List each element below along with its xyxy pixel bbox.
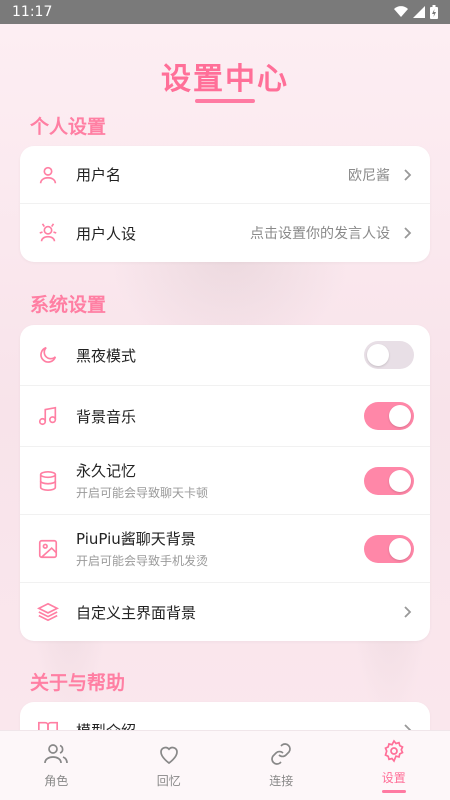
- chevron-right-icon: [404, 168, 412, 181]
- chat-background-hint: 开启可能会导致手机发烫: [76, 554, 209, 568]
- persona-row[interactable]: 用户人设 点击设置你的发言人设: [20, 204, 430, 262]
- permanent-memory-toggle[interactable]: [364, 466, 414, 495]
- toggle-knob: [389, 469, 411, 492]
- section-title-system: 系统设置: [30, 294, 107, 316]
- page-title: 设置中心: [161, 62, 289, 97]
- dark-mode-label: 黑夜模式: [76, 346, 137, 365]
- nav-item-characters[interactable]: 角色: [16, 742, 96, 789]
- heart-icon: [159, 746, 178, 765]
- nav-item-settings[interactable]: 设置: [354, 738, 434, 793]
- chevron-right-icon: [404, 724, 412, 730]
- persona-label: 用户人设: [76, 224, 137, 243]
- permanent-memory-label: 永久记忆: [76, 462, 137, 480]
- username-value: 欧尼酱: [348, 167, 390, 184]
- toggle-knob: [389, 405, 411, 427]
- book-icon: [36, 718, 60, 730]
- layers-icon: [36, 600, 60, 624]
- music-icon: [36, 404, 60, 428]
- personal-settings-card: 用户名 欧尼酱 用户人设 点击设置你的发言人设: [20, 146, 430, 262]
- nav-item-connect[interactable]: 连接: [241, 742, 321, 789]
- bottom-nav: 角色 回忆 连接 设置: [0, 730, 450, 800]
- status-bar: 11:17: [0, 0, 450, 24]
- persona-value: 点击设置你的发言人设: [250, 226, 390, 242]
- section-title-about: 关于与帮助: [30, 672, 126, 694]
- database-icon: [36, 469, 60, 493]
- toggle-knob: [367, 344, 389, 366]
- image-icon: [36, 537, 60, 561]
- wifi-icon: [394, 6, 408, 18]
- nav-label: 回忆: [156, 774, 181, 788]
- nav-label: 角色: [44, 774, 69, 788]
- username-label: 用户名: [76, 166, 122, 184]
- system-settings-card: 黑夜模式 背景音乐 永久记忆 开启可能会导致聊天卡顿 PiuPiu酱聊天背景 开…: [20, 325, 430, 641]
- bgm-label: 背景音乐: [76, 407, 137, 426]
- dark-mode-row: 黑夜模式: [20, 325, 430, 386]
- settings-content[interactable]: 设置中心 个人设置 用户名 欧尼酱 用户人设 点击设置你的发言人设 系统设置 黑…: [0, 24, 450, 730]
- battery-icon: [430, 5, 438, 19]
- user-icon: [36, 163, 60, 187]
- active-indicator: [381, 789, 406, 793]
- moon-icon: [36, 343, 60, 367]
- chat-background-toggle[interactable]: [364, 534, 414, 563]
- bgm-row: 背景音乐: [20, 386, 430, 447]
- dark-mode-toggle[interactable]: [364, 341, 414, 369]
- chevron-right-icon: [404, 227, 412, 239]
- permanent-memory-row: 永久记忆 开启可能会导致聊天卡顿: [20, 447, 430, 515]
- chat-background-row: PiuPiu酱聊天背景 开启可能会导致手机发烫: [20, 515, 430, 583]
- status-icons: [394, 5, 438, 19]
- nav-label: 设置: [381, 770, 406, 785]
- nav-label: 连接: [269, 774, 294, 788]
- chevron-right-icon: [404, 606, 412, 618]
- link-icon: [271, 743, 292, 765]
- model-intro-label: 模型介绍: [76, 720, 400, 731]
- signal-icon: [413, 6, 425, 18]
- custom-main-background-row[interactable]: 自定义主界面背景: [20, 583, 430, 641]
- title-underline: [195, 99, 255, 103]
- about-help-card: 模型介绍: [20, 702, 430, 730]
- status-time: 11:17: [12, 4, 53, 20]
- custom-main-background-label: 自定义主界面背景: [76, 603, 197, 622]
- model-intro-row[interactable]: 模型介绍: [20, 702, 430, 730]
- users-icon: [44, 744, 69, 764]
- toggle-knob: [389, 537, 411, 560]
- section-title-personal: 个人设置: [30, 116, 107, 138]
- bgm-toggle[interactable]: [364, 402, 414, 430]
- gear-icon: [384, 738, 404, 763]
- permanent-memory-hint: 开启可能会导致聊天卡顿: [76, 486, 209, 500]
- username-row[interactable]: 用户名 欧尼酱: [20, 146, 430, 204]
- nav-item-memories[interactable]: 回忆: [129, 742, 209, 789]
- chat-background-label: PiuPiu酱聊天背景: [76, 530, 196, 548]
- persona-icon: [36, 221, 60, 245]
